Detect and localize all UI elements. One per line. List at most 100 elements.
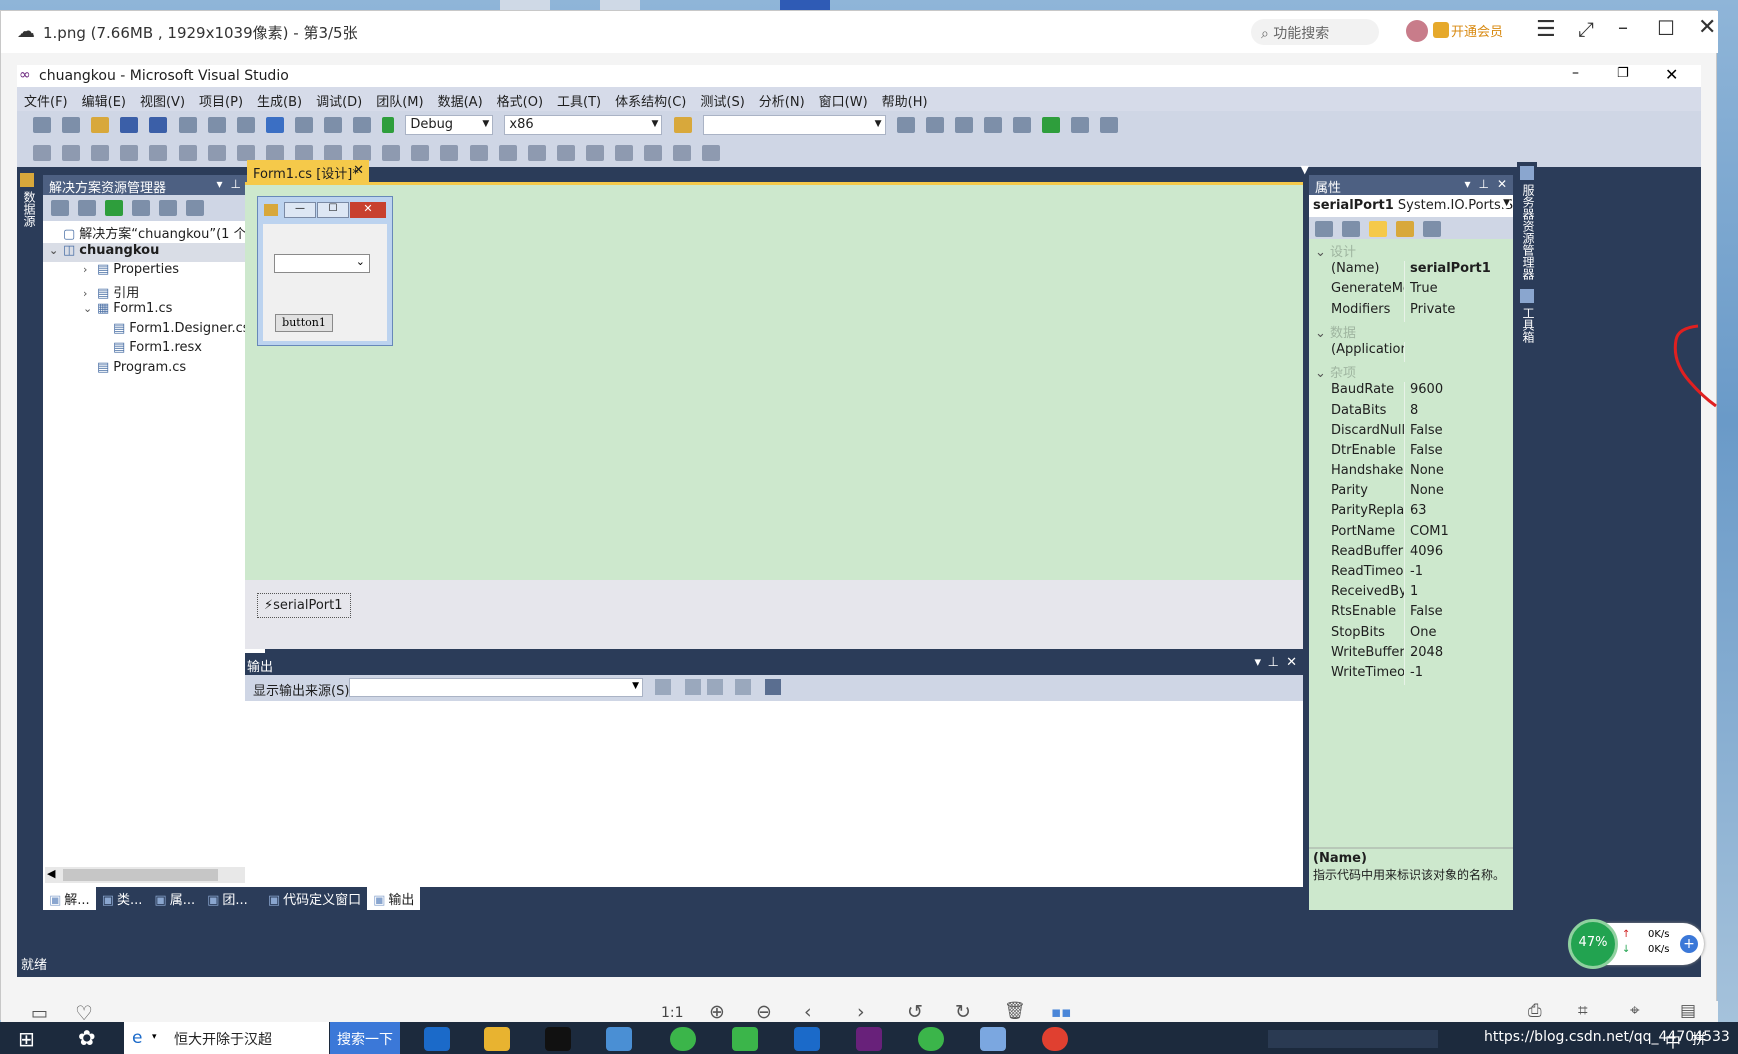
chrome-icon[interactable] <box>1042 1027 1068 1051</box>
vs-minimize-icon[interactable]: – <box>1572 65 1579 81</box>
pin-icon[interactable]: ⊥ <box>230 177 240 191</box>
property-value[interactable]: 8 <box>1404 402 1513 423</box>
menu-item[interactable]: 数据(A) <box>431 87 490 110</box>
v-increase-icon[interactable] <box>498 145 517 161</box>
bottom-tab[interactable]: ▣ 输出 <box>367 887 421 910</box>
expand-arrow-icon[interactable]: ⌄ <box>49 244 63 257</box>
tree-item[interactable]: ▤ Program.cs <box>43 360 265 380</box>
object-browser-icon[interactable] <box>954 117 973 133</box>
menu-item[interactable]: 帮助(H) <box>875 87 935 110</box>
property-row[interactable]: ParityReplace63 <box>1309 503 1513 524</box>
bottom-tab[interactable]: ▣ 团... <box>201 887 254 910</box>
navigate-forward-icon[interactable] <box>353 117 372 133</box>
memory-usage-badge[interactable]: 47% <box>1568 919 1618 969</box>
maximize-icon[interactable]: ☐ <box>1657 16 1675 40</box>
collapse-arrow-icon[interactable]: ⌄ <box>1315 366 1330 381</box>
command-window-icon[interactable] <box>1100 117 1119 133</box>
team-icon[interactable] <box>1071 117 1090 133</box>
ime-mode[interactable]: 拼 <box>1692 1029 1706 1049</box>
property-value[interactable]: -1 <box>1404 564 1513 585</box>
screenshot-icon[interactable]: ⌖ <box>1630 1001 1640 1021</box>
zoom-actual-size[interactable]: 1:1 <box>661 1005 684 1021</box>
property-row[interactable]: DtrEnable False <box>1309 442 1513 464</box>
property-row[interactable]: DiscardNull False <box>1309 422 1513 443</box>
browser-search-box[interactable]: e ▾ 恒大开除于汉超 <box>124 1022 329 1054</box>
menu-item[interactable]: 体系结构(C) <box>608 87 693 110</box>
folder-icon[interactable]: ▭ <box>31 1003 48 1024</box>
same-height-icon[interactable] <box>265 145 284 161</box>
solution-explorer-icon[interactable] <box>896 117 915 133</box>
send-back-icon[interactable] <box>673 145 692 161</box>
menu-item[interactable]: 项目(P) <box>192 87 250 110</box>
property-value[interactable]: 9600 <box>1404 382 1513 403</box>
form1-window[interactable]: — ☐ ✕ ⌄ button1 <box>257 196 393 346</box>
zoom-in-icon[interactable]: ⊕ <box>709 1001 725 1023</box>
chevron-down-icon[interactable]: ▾ <box>216 177 222 191</box>
property-value[interactable]: 2048 <box>1404 644 1513 665</box>
property-value[interactable]: -1 <box>1404 664 1513 686</box>
property-value[interactable]: None <box>1404 463 1513 484</box>
rotate-right-icon[interactable]: ↻ <box>955 1001 971 1023</box>
print-icon[interactable]: ⎙ <box>1528 1001 1542 1021</box>
property-value[interactable]: 1 <box>1404 584 1513 605</box>
menu-item[interactable]: 视图(V) <box>133 87 192 110</box>
property-category[interactable]: ⌄ 数据 <box>1309 321 1513 342</box>
plus-icon[interactable]: + <box>1680 935 1698 953</box>
save-all-icon[interactable] <box>149 117 168 133</box>
property-value[interactable]: True <box>1404 281 1513 302</box>
thumbnails-icon[interactable]: ▪▪ <box>1051 1003 1071 1021</box>
property-value[interactable]: Private <box>1404 301 1513 322</box>
tree-item[interactable]: ▢ 解决方案“chuangkou”(1 个项目 <box>43 223 273 243</box>
horizontal-scrollbar[interactable]: ◀ ▶ <box>45 867 261 883</box>
tree-item[interactable]: › ▤ Properties <box>43 262 265 282</box>
windows-start-icon[interactable]: ⊞ <box>18 1027 35 1051</box>
center-h-icon[interactable] <box>585 145 604 161</box>
add-item-icon[interactable] <box>62 117 81 133</box>
bottom-tab[interactable]: ▣ 属... <box>148 887 201 910</box>
start-debug-icon[interactable] <box>382 117 395 133</box>
home-icon[interactable] <box>51 200 69 216</box>
prev-message-icon[interactable] <box>685 679 701 695</box>
property-row[interactable]: WriteBufferSi2048 <box>1309 644 1513 665</box>
menu-item[interactable]: 调试(D) <box>309 87 369 110</box>
vs-restore-icon[interactable]: ❐ <box>1617 66 1629 81</box>
property-row[interactable]: Modifiers Private <box>1309 301 1513 322</box>
align-middle-icon[interactable] <box>178 145 197 161</box>
menu-item[interactable]: 测试(S) <box>693 87 751 110</box>
menu-item[interactable]: 格式(O) <box>490 87 550 110</box>
property-value[interactable]: False <box>1404 442 1513 464</box>
scrollbar-thumb[interactable] <box>63 869 218 881</box>
class-diagram-icon[interactable] <box>186 200 205 216</box>
undo-icon[interactable] <box>265 117 284 133</box>
h-spacing-icon[interactable] <box>353 145 372 161</box>
chevron-down-icon[interactable]: ▼ <box>1301 163 1309 176</box>
align-bottom-icon[interactable] <box>207 145 226 161</box>
v-decrease-icon[interactable] <box>527 145 546 161</box>
button1-control[interactable]: button1 <box>275 314 333 332</box>
pin-icon[interactable]: ⊥ <box>1268 655 1279 670</box>
property-category[interactable]: ⌄ 杂项 <box>1309 362 1513 383</box>
more-icon[interactable]: ▤ <box>1680 1001 1696 1021</box>
vip-link[interactable]: 开通会员 <box>1451 21 1503 40</box>
serialport1-component[interactable]: ⚡serialPort1 <box>257 593 351 618</box>
navigate-back-icon[interactable] <box>324 117 343 133</box>
copy-icon[interactable] <box>207 117 226 133</box>
properties-icon[interactable] <box>925 117 944 133</box>
open-file-icon[interactable] <box>91 117 110 133</box>
photo-viewer-icon[interactable] <box>980 1027 1006 1051</box>
menu-item[interactable]: 工具(T) <box>550 87 608 110</box>
bring-front-icon[interactable] <box>644 145 663 161</box>
word-wrap-icon[interactable] <box>765 679 781 695</box>
rotate-left-icon[interactable]: ↺ <box>907 1001 923 1023</box>
object-selector[interactable]: serialPort1 System.IO.Ports.Seri ▼ <box>1309 195 1513 217</box>
toolbox-tab[interactable]: 工具箱 <box>1520 307 1537 343</box>
browser-icon[interactable] <box>918 1027 944 1051</box>
menu-item[interactable]: 团队(M) <box>369 87 430 110</box>
property-value[interactable]: False <box>1404 604 1513 625</box>
zoom-out-icon[interactable]: ⊖ <box>756 1001 772 1023</box>
refresh-icon[interactable] <box>105 200 124 216</box>
tree-item[interactable]: ▤ Form1.resx <box>43 340 265 360</box>
redo-icon[interactable] <box>294 117 313 133</box>
property-row[interactable]: ReadBufferSi4096 <box>1309 543 1513 564</box>
size-to-grid-icon[interactable] <box>324 145 343 161</box>
